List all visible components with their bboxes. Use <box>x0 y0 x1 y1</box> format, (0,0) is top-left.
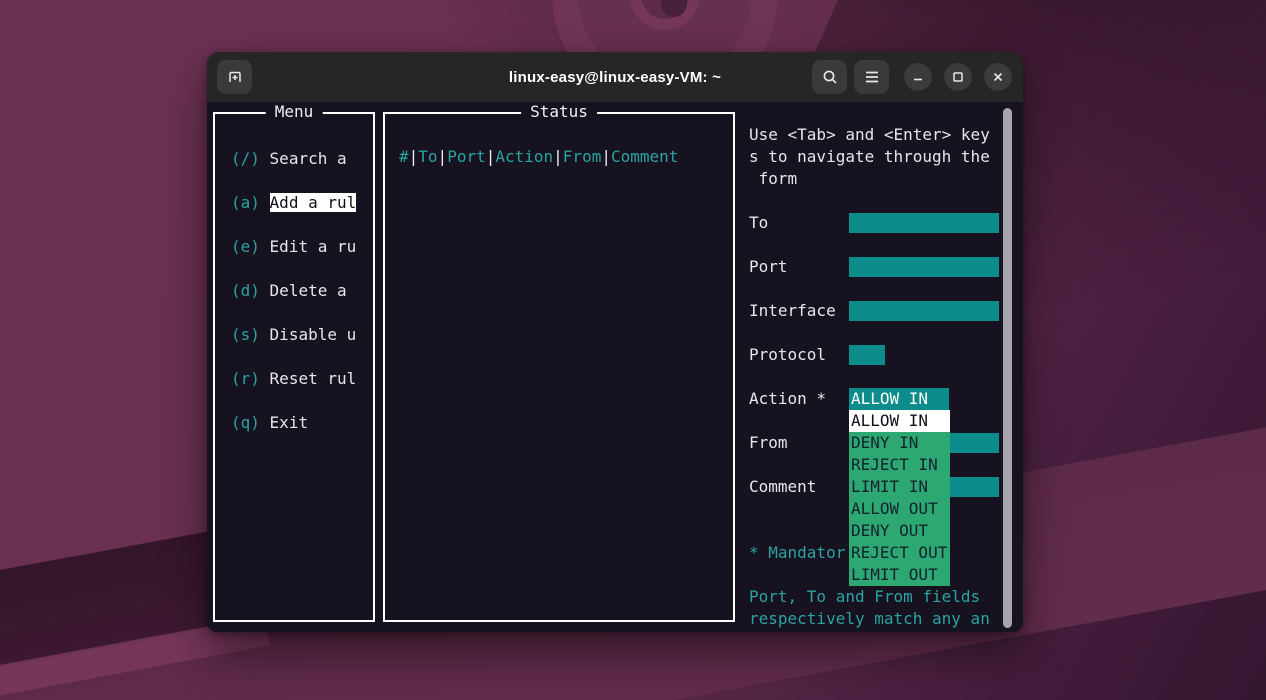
menu-item-disable-u[interactable]: (s) Disable u <box>231 324 356 346</box>
interface-label: Interface <box>749 301 836 320</box>
menu-item-key: (/) <box>231 149 260 168</box>
close-button[interactable] <box>984 63 1012 91</box>
protocol-label: Protocol <box>749 345 827 364</box>
status-column-action: Action <box>495 147 554 166</box>
action-option-allow-out[interactable]: ALLOW OUT <box>849 498 950 520</box>
port-input[interactable] <box>849 257 999 277</box>
menu-item-label: Delete a <box>269 281 347 300</box>
rule-form: Use <Tab> and <Enter> key s to navigate … <box>749 102 1011 632</box>
status-panel: Status #|To|Port|Action|From|Comment <box>383 102 735 622</box>
status-column-to: To <box>418 147 438 166</box>
menu-item-edit-a-ru[interactable]: (e) Edit a ru <box>231 236 356 258</box>
column-separator: | <box>408 147 419 166</box>
menu-item-search-a[interactable]: (/) Search a <box>231 148 347 170</box>
interface-input[interactable] <box>849 301 999 321</box>
column-separator: | <box>601 147 611 166</box>
action-select[interactable]: ALLOW IN <box>849 388 949 410</box>
menu-item-key: (a) <box>231 193 260 212</box>
wallpaper-circle-inner <box>630 0 700 30</box>
column-separator: | <box>437 147 448 166</box>
to-label: To <box>749 213 769 232</box>
menu-item-reset-rul[interactable]: (r) Reset rul <box>231 368 356 390</box>
port-label: Port <box>749 257 788 276</box>
menu-item-delete-a[interactable]: (d) Delete a <box>231 280 347 302</box>
comment-label: Comment <box>749 477 817 496</box>
window-title: linux-easy@linux-easy-VM: ~ <box>508 68 722 86</box>
status-panel-title: Status <box>521 102 597 123</box>
wallpaper-circle-core <box>661 0 687 17</box>
menu-item-label: Reset rul <box>269 369 357 388</box>
action-option-limit-in[interactable]: LIMIT IN <box>849 476 950 498</box>
action-option-reject-out[interactable]: REJECT OUT <box>849 542 950 564</box>
maximize-icon <box>952 71 964 83</box>
action-option-deny-in[interactable]: DENY IN <box>849 432 950 454</box>
menu-item-key: (q) <box>231 413 260 432</box>
search-button[interactable] <box>812 60 847 94</box>
action-label: Action * <box>749 389 827 408</box>
maximize-button[interactable] <box>944 63 972 91</box>
titlebar: linux-easy@linux-easy-VM: ~ <box>207 52 1023 102</box>
action-option-allow-in[interactable]: ALLOW IN <box>849 410 950 432</box>
from-label: From <box>749 433 788 452</box>
search-icon <box>821 68 839 86</box>
action-dropdown: ALLOW IN DENY IN REJECT IN LIMIT IN ALLOW OU… <box>849 410 950 586</box>
menu-panel-title: Menu <box>265 102 323 123</box>
column-separator: | <box>485 147 496 166</box>
form-hint-line: form <box>749 169 798 188</box>
menu-item-label: Add a rul <box>269 193 357 212</box>
menu-item-label: Disable u <box>269 325 357 344</box>
to-input[interactable] <box>849 213 999 233</box>
column-separator: | <box>553 147 563 166</box>
menu-item-key: (d) <box>231 281 260 300</box>
action-option-limit-out[interactable]: LIMIT OUT <box>849 564 950 586</box>
menu-item-key: (r) <box>231 369 260 388</box>
terminal-window: linux-easy@linux-easy-VM: ~ Menu (/) Sea… <box>207 52 1023 632</box>
mandatory-note: * Mandator <box>749 543 846 562</box>
form-hint-line: s to navigate through the <box>749 147 990 166</box>
status-column-num: # <box>399 147 409 166</box>
new-tab-button[interactable] <box>217 60 252 94</box>
action-option-deny-out[interactable]: DENY OUT <box>849 520 950 542</box>
menu-item-key: (s) <box>231 325 260 344</box>
hamburger-icon <box>864 70 880 84</box>
new-tab-icon <box>225 67 245 87</box>
protocol-input[interactable] <box>849 345 885 365</box>
terminal-scrollbar[interactable] <box>1003 108 1012 628</box>
action-option-reject-in[interactable]: REJECT IN <box>849 454 950 476</box>
menu-item-exit[interactable]: (q) Exit <box>231 412 308 434</box>
status-column-port: Port <box>447 147 486 166</box>
form-footer-line: Port, To and From fields <box>749 587 981 606</box>
status-table-header: #|To|Port|Action|From|Comment <box>399 146 678 168</box>
form-hint-line: Use <Tab> and <Enter> key <box>749 125 990 144</box>
menu-panel: Menu (/) Search a (a) Add a rul (e) Edit a… <box>213 102 375 622</box>
terminal-content: Menu (/) Search a (a) Add a rul (e) Edit a… <box>207 102 1023 632</box>
minimize-button[interactable] <box>904 63 932 91</box>
hamburger-menu-button[interactable] <box>854 60 889 94</box>
minimize-icon <box>912 71 924 83</box>
status-column-from: From <box>562 147 602 166</box>
menu-item-label: Search a <box>269 149 347 168</box>
desktop: { "window": { "title": "linux-easy@linux… <box>0 0 1266 700</box>
close-icon <box>992 71 1004 83</box>
status-column-comment: Comment <box>610 147 679 166</box>
form-footer-line: respectively match any an <box>749 609 990 628</box>
menu-item-label: Edit a ru <box>269 237 357 256</box>
menu-item-key: (e) <box>231 237 260 256</box>
menu-item-label: Exit <box>269 413 309 432</box>
menu-item-add-a-rul[interactable]: (a) Add a rul <box>231 192 357 214</box>
